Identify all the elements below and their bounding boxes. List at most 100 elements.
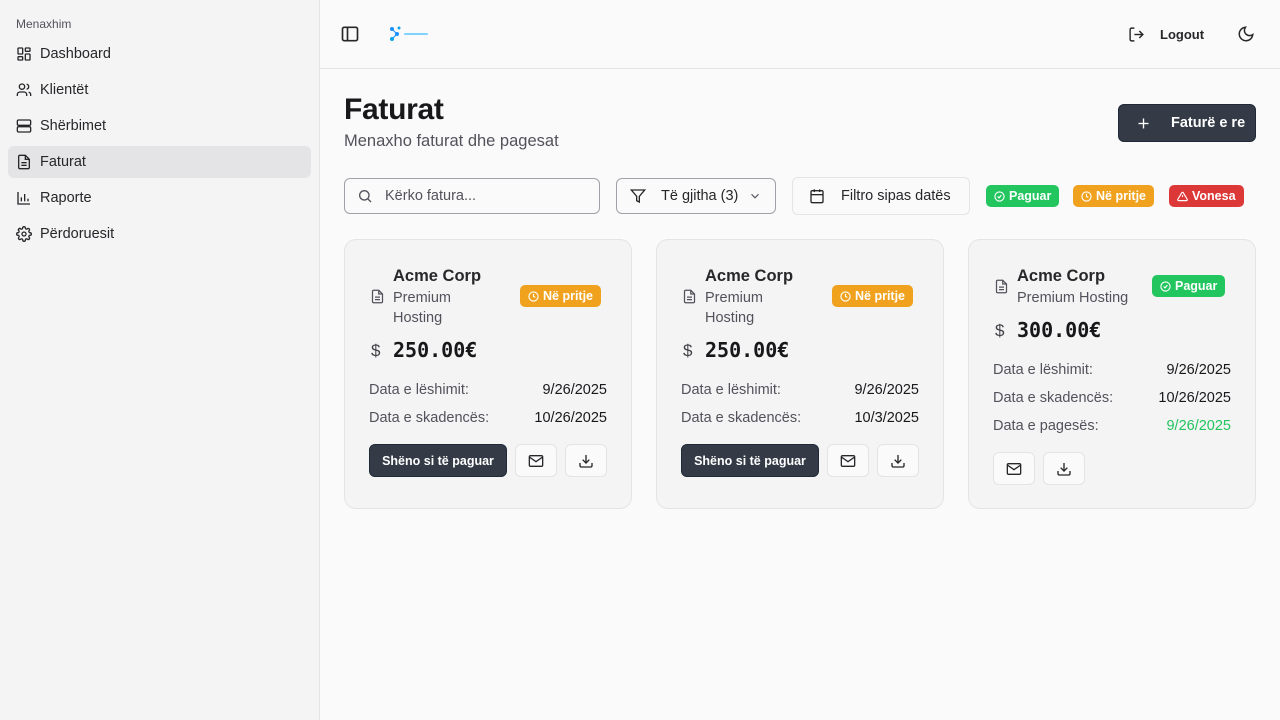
- invoice-service: Premium Hosting: [1017, 290, 1129, 306]
- sidebar-item-services[interactable]: Shërbimet: [8, 110, 311, 142]
- issue-date-value: 9/26/2025: [542, 382, 607, 398]
- status-badge: Paguar: [1152, 275, 1226, 297]
- send-email-button[interactable]: [993, 452, 1035, 485]
- invoice-card: Acme Corp Premium Hosting Në pritje $ 25…: [656, 239, 944, 509]
- download-button[interactable]: [565, 444, 607, 477]
- due-date-row: Data e skadencës: 10/3/2025: [681, 410, 919, 426]
- invoice-amount: 300.00€: [1017, 318, 1102, 342]
- bar-chart-icon: [16, 190, 32, 206]
- date-filter-button[interactable]: Filtro sipas datës: [792, 177, 970, 215]
- invoice-client: Acme Corp: [393, 267, 482, 285]
- due-date-label: Data e skadencës:: [993, 390, 1114, 406]
- sidebar-item-reports[interactable]: Raporte: [8, 182, 311, 214]
- dollar-icon: $: [683, 341, 693, 360]
- sidebar-item-label: Dashboard: [40, 46, 111, 62]
- due-date-value: 10/26/2025: [534, 410, 607, 426]
- mark-paid-button[interactable]: Shëno si të paguar: [681, 444, 819, 477]
- filter-icon: [630, 188, 646, 204]
- sidebar-toggle-icon[interactable]: [340, 24, 360, 44]
- sidebar-group-label: Menaxhim: [16, 17, 72, 31]
- paid-date-value: 9/26/2025: [1166, 418, 1231, 434]
- top-header: Logout: [320, 0, 1280, 69]
- page-subtitle: Menaxho faturat dhe pagesat: [344, 132, 559, 150]
- mail-icon: [840, 453, 856, 469]
- search-input[interactable]: [385, 188, 585, 204]
- file-text-icon: [994, 279, 1009, 294]
- issue-date-label: Data e lëshimit:: [993, 362, 1093, 378]
- sidebar-item-clients[interactable]: Klientët: [8, 74, 311, 106]
- new-invoice-label: Faturë e re: [1171, 115, 1246, 131]
- sidebar-item-label: Faturat: [40, 154, 86, 170]
- paid-date-row: Data e pagesës: 9/26/2025: [993, 418, 1231, 434]
- sidebar-item-label: Shërbimet: [40, 118, 107, 134]
- due-date-row: Data e skadencës: 10/26/2025: [369, 410, 607, 426]
- invoice-client: Acme Corp: [1017, 267, 1106, 285]
- logout-icon: [1128, 26, 1145, 43]
- file-text-icon: [682, 289, 697, 304]
- users-icon: [16, 82, 32, 98]
- legend-badge-pending: Në pritje: [1073, 185, 1155, 207]
- sidebar: Menaxhim Dashboard Klientët Shërbimet Fa…: [0, 0, 320, 720]
- issue-date-value: 9/26/2025: [854, 382, 919, 398]
- mail-icon: [528, 453, 544, 469]
- issue-date-label: Data e lëshimit:: [369, 382, 469, 398]
- search-field: [344, 178, 600, 214]
- dollar-icon: $: [995, 321, 1005, 340]
- legend-badge-paid: Paguar: [986, 185, 1060, 207]
- clock-icon: [1081, 190, 1092, 202]
- due-date-row: Data e skadencës: 10/26/2025: [993, 390, 1231, 406]
- invoice-amount: 250.00€: [705, 338, 790, 362]
- legend-late-label: Vonesa: [1192, 189, 1236, 203]
- status-filter-select[interactable]: Të gjitha (3): [616, 178, 776, 214]
- status-label: Në pritje: [855, 289, 906, 303]
- status-filter-value: Të gjitha (3): [661, 188, 739, 204]
- sidebar-item-label: Raporte: [40, 190, 92, 206]
- paid-date-label: Data e pagesës:: [993, 418, 1099, 434]
- download-icon: [890, 453, 906, 469]
- status-label: Paguar: [1175, 279, 1218, 293]
- legend-paid-label: Paguar: [1009, 189, 1052, 203]
- invoice-card: Acme Corp Premium Hosting Paguar $ 300.0…: [968, 239, 1256, 509]
- send-email-button[interactable]: [827, 444, 869, 477]
- invoice-card: Acme Corp Premium Hosting Në pritje $ 25…: [344, 239, 632, 509]
- moon-icon[interactable]: [1237, 25, 1255, 43]
- clock-icon: [840, 290, 851, 302]
- check-circle-icon: [1160, 280, 1171, 292]
- sidebar-nav: Dashboard Klientët Shërbimet Faturat Rap…: [8, 38, 311, 254]
- app-logo: [388, 25, 434, 43]
- dollar-icon: $: [371, 341, 381, 360]
- status-badge: Në pritje: [520, 285, 602, 307]
- sidebar-item-label: Përdoruesit: [40, 226, 115, 242]
- issue-date-row: Data e lëshimit: 9/26/2025: [993, 362, 1231, 378]
- issue-date-row: Data e lëshimit: 9/26/2025: [369, 382, 607, 398]
- new-invoice-button[interactable]: Faturë e re: [1118, 104, 1256, 142]
- download-button[interactable]: [1043, 452, 1085, 485]
- alert-triangle-icon: [1177, 191, 1188, 202]
- mark-paid-button[interactable]: Shëno si të paguar: [369, 444, 507, 477]
- clock-icon: [528, 290, 539, 302]
- status-badge: Në pritje: [832, 285, 914, 307]
- download-button[interactable]: [877, 444, 919, 477]
- sidebar-item-invoices[interactable]: Faturat: [8, 146, 311, 178]
- legend-pending-label: Në pritje: [1096, 189, 1147, 203]
- legend-badge-late: Vonesa: [1169, 185, 1244, 207]
- check-circle-icon: [994, 190, 1005, 202]
- calendar-icon: [809, 188, 825, 204]
- gear-icon: [16, 226, 32, 242]
- chevron-down-icon: [748, 189, 762, 203]
- sidebar-item-users[interactable]: Përdoruesit: [8, 218, 311, 250]
- download-icon: [578, 453, 594, 469]
- send-email-button[interactable]: [515, 444, 557, 477]
- server-icon: [16, 118, 32, 134]
- sidebar-item-dashboard[interactable]: Dashboard: [8, 38, 311, 70]
- due-date-label: Data e skadencës:: [681, 410, 802, 426]
- due-date-value: 10/26/2025: [1158, 390, 1231, 406]
- status-label: Në pritje: [543, 289, 594, 303]
- due-date-value: 10/3/2025: [854, 410, 919, 426]
- mail-icon: [1006, 461, 1022, 477]
- file-text-icon: [370, 289, 385, 304]
- search-icon: [357, 188, 373, 204]
- invoice-service: Premium Hosting: [705, 290, 764, 326]
- logout-button[interactable]: Logout: [1128, 22, 1204, 46]
- invoice-client: Acme Corp: [705, 267, 794, 285]
